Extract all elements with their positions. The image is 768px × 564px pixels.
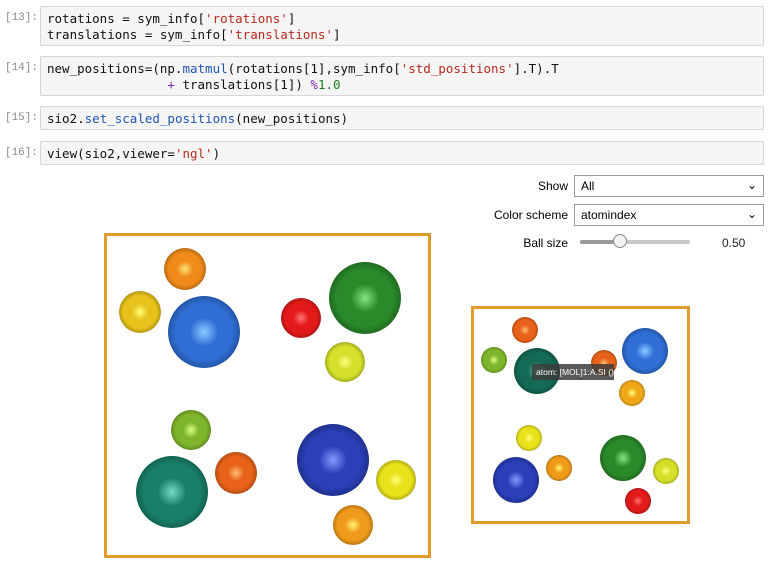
cell-prompt: [13]: [4,12,38,24]
atom-sphere[interactable] [481,347,507,373]
code-token: translations[1]) [174,77,311,92]
atom-sphere[interactable] [619,380,645,406]
code-token: ) [212,146,221,161]
atom-sphere[interactable] [215,452,257,494]
chevron-down-icon: ⌄ [746,207,757,221]
atom-sphere[interactable] [625,488,651,514]
show-select-value: All [581,179,595,193]
cell-prompt: [15]: [4,112,38,124]
code-token: 'std_positions' [400,61,514,76]
code-line: view(sio2,viewer='ngl') [47,146,757,162]
code-line: + translations[1]) %1.0 [47,77,757,93]
cell-prompt: [16]: [4,147,38,159]
color-scheme-value: atomindex [581,208,637,222]
show-select[interactable]: All ⌄ [574,175,764,197]
code-token: (new_positions) [235,111,349,126]
code-line: new_positions=(np.matmul(rotations[1],sy… [47,61,757,77]
code-input[interactable]: new_positions=(np.matmul(rotations[1],sy… [40,56,764,96]
code-input[interactable]: view(sio2,viewer='ngl') [40,141,764,165]
atom-sphere[interactable] [546,455,572,481]
code-token: + [167,77,175,92]
code-token: (rotations[1],sym_info[ [227,61,401,76]
atom-sphere[interactable] [653,458,679,484]
chevron-down-icon: ⌄ [746,178,757,192]
atom-sphere[interactable] [168,296,240,368]
atom-sphere[interactable] [622,328,668,374]
code-token: rotations = sym_info[ [47,11,206,26]
code-token: view(sio2,viewer= [47,146,175,161]
atom-sphere[interactable] [329,262,401,334]
code-token: sio2. [47,111,85,126]
atom-sphere[interactable] [164,248,206,290]
atom-sphere[interactable] [376,460,416,500]
show-label: Show [537,179,568,193]
atom-sphere[interactable] [297,424,369,496]
atom-sphere[interactable] [171,410,211,450]
color-scheme-label: Color scheme [493,208,568,222]
code-token: ].T).T [513,61,559,76]
color-scheme-select[interactable]: atomindex ⌄ [574,204,764,226]
code-token: translations = sym_info[ [47,27,228,42]
ball-size-value: 0.50 [722,236,746,250]
atom-sphere[interactable] [600,435,646,481]
atom-sphere[interactable] [493,457,539,503]
code-token: ] [287,11,296,26]
ngl-viewer-small[interactable] [471,306,690,524]
code-token: ] [332,27,341,42]
code-token: 'ngl' [174,146,213,161]
atom-sphere[interactable] [136,456,208,528]
ball-size-slider[interactable] [580,234,690,248]
slider-thumb[interactable] [612,234,627,248]
code-token: 1.0 [317,77,341,92]
code-token: new_positions=(np. [47,61,183,76]
atom-sphere[interactable] [333,505,373,545]
atom-sphere[interactable] [281,298,321,338]
atom-sphere[interactable] [516,425,542,451]
code-line: translations = sym_info['translations'] [47,27,757,43]
code-input[interactable]: rotations = sym_info['rotations'] transla… [40,6,764,46]
code-line: sio2.set_scaled_positions(new_positions) [47,111,757,127]
ball-size-label: Ball size [523,236,568,250]
atom-sphere[interactable] [119,291,161,333]
code-input[interactable]: sio2.set_scaled_positions(new_positions) [40,106,764,130]
code-token: set_scaled_positions [84,111,236,126]
code-token: 'rotations' [205,11,288,26]
code-line: rotations = sym_info['rotations'] [47,11,757,27]
atom-tooltip: atom: [MOL]1:A.SI () [532,364,614,380]
atom-sphere[interactable] [512,317,538,343]
code-token: matmul [182,61,228,76]
ngl-viewer-main[interactable] [104,233,431,558]
code-token: 'translations' [227,27,333,42]
cell-prompt: [14]: [4,62,38,74]
code-token: % [310,77,318,92]
atom-sphere[interactable] [325,342,365,382]
